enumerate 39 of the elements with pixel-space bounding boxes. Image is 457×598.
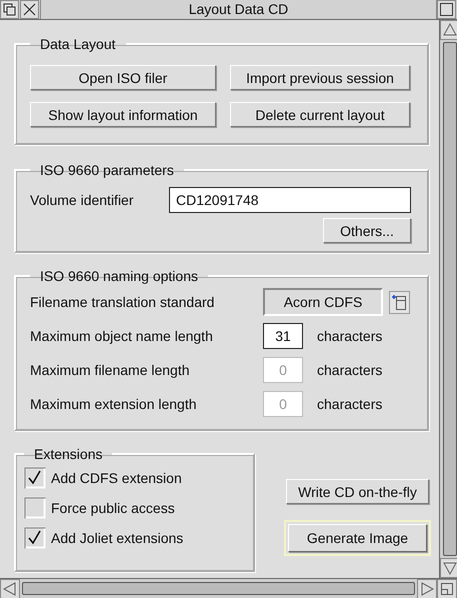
field-label: Maximum extension length: [30, 396, 198, 412]
group-title: ISO 9660 parameters: [39, 161, 175, 179]
field-label: Filename translation standard: [30, 294, 216, 310]
scroll-right-icon[interactable]: [417, 579, 437, 598]
others-button[interactable]: Others...: [323, 218, 411, 243]
scroll-up-icon[interactable]: [440, 20, 457, 40]
field-label: Volume identifier: [30, 192, 135, 208]
action-button[interactable]: Write CD on-the-fly: [286, 479, 429, 504]
group-title: Extensions: [33, 445, 104, 463]
group-title: Data Layout: [39, 35, 116, 53]
action-button[interactable]: Delete current layout: [230, 102, 410, 127]
field-label: Maximum filename length: [30, 362, 191, 378]
scrollbar-track[interactable]: [22, 582, 415, 595]
checkbox[interactable]: [24, 497, 46, 519]
window-title: Layout Data CD: [40, 0, 437, 19]
scroll-left-icon[interactable]: [0, 579, 20, 598]
close-icon[interactable]: [20, 0, 39, 19]
toggle-size-icon[interactable]: [437, 0, 456, 19]
volume-identifier-field[interactable]: CD12091748: [169, 187, 411, 213]
scrollbar-track[interactable]: [443, 42, 457, 556]
unit-label: characters: [317, 362, 382, 378]
back-icon[interactable]: [0, 0, 19, 19]
checkbox-label: Force public access: [51, 500, 175, 516]
scroll-down-icon[interactable]: [440, 558, 457, 578]
action-button[interactable]: Show layout information: [30, 102, 216, 127]
action-button[interactable]: Open ISO filer: [30, 65, 216, 90]
translation-standard-display: Acorn CDFS: [263, 288, 383, 316]
number-field[interactable]: 31: [263, 323, 303, 349]
group-title: ISO 9660 naming options: [39, 267, 199, 285]
field-label: Maximum object name length: [30, 328, 214, 344]
checkbox-label: Add CDFS extension: [51, 470, 182, 486]
action-button[interactable]: Import previous session: [230, 65, 410, 90]
checkbox-label: Add Joliet extensions: [51, 530, 184, 546]
checkbox[interactable]: [24, 527, 46, 549]
resize-icon[interactable]: [437, 579, 457, 598]
unit-label: characters: [317, 328, 382, 344]
checkbox[interactable]: [24, 467, 46, 489]
menu-icon[interactable]: [389, 290, 410, 314]
unit-label: characters: [317, 396, 382, 412]
